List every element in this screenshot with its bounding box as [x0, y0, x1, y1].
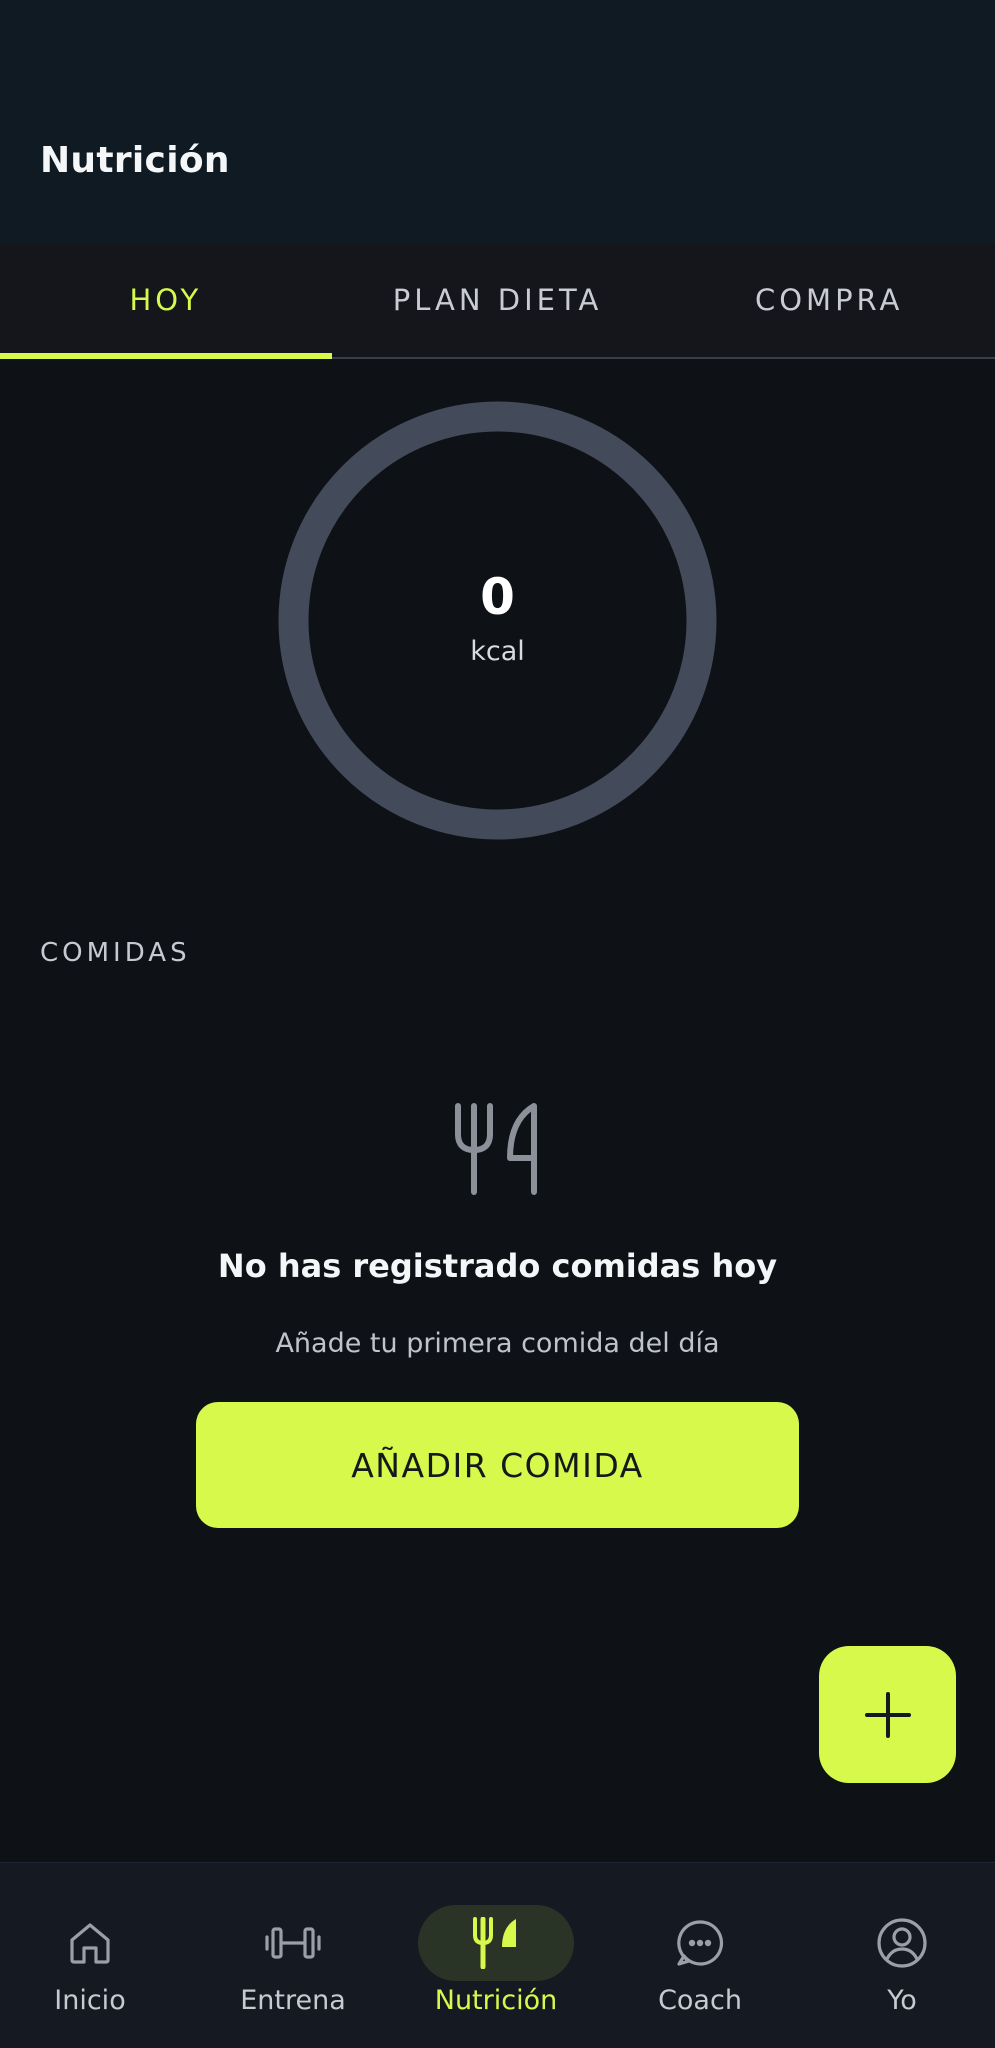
nav-label-entrena: Entrena — [240, 1985, 346, 2016]
utensils-icon — [418, 1905, 574, 1981]
tab-plan-dieta[interactable]: PLAN DIETA — [332, 243, 664, 357]
dumbbell-icon — [215, 1905, 371, 1981]
calorie-value: 0 — [480, 568, 515, 626]
bottom-navigation: Inicio Entrena Nutrición Coach Yo — [0, 1862, 995, 2048]
empty-state-title: No has registrado comidas hoy — [217, 1247, 778, 1285]
nav-item-entrena[interactable]: Entrena — [213, 1863, 373, 2048]
calorie-unit: kcal — [470, 636, 525, 667]
calorie-ring: 0 kcal — [275, 398, 720, 843]
utensils-icon — [452, 1100, 542, 1196]
add-meal-button[interactable]: AÑADIR COMIDA — [196, 1402, 799, 1528]
nav-label-coach: Coach — [658, 1985, 742, 2016]
nav-label-nutricion: Nutrición — [434, 1985, 558, 2016]
nav-item-nutricion[interactable]: Nutrición — [416, 1863, 576, 2048]
empty-state-subtitle: Añade tu primera comida del día — [275, 1328, 720, 1359]
nav-item-inicio[interactable]: Inicio — [10, 1863, 170, 2048]
nav-label-yo: Yo — [887, 1985, 917, 2016]
add-fab-button[interactable] — [819, 1646, 956, 1783]
user-icon — [824, 1905, 980, 1981]
tab-compra[interactable]: COMPRA — [663, 243, 995, 357]
tab-bar: HOY PLAN DIETA COMPRA — [0, 243, 995, 359]
nav-label-inicio: Inicio — [54, 1985, 126, 2016]
nutrition-screen: Nutrición HOY PLAN DIETA COMPRA 0 kcal C… — [0, 0, 995, 2048]
nav-item-yo[interactable]: Yo — [822, 1863, 982, 2048]
meals-section-label: COMIDAS — [40, 938, 191, 968]
chat-icon — [622, 1905, 778, 1981]
page-title: Nutrición — [40, 140, 230, 181]
plus-icon — [864, 1691, 911, 1738]
tab-hoy[interactable]: HOY — [0, 243, 332, 359]
nav-item-coach[interactable]: Coach — [620, 1863, 780, 2048]
home-icon — [12, 1905, 168, 1981]
app-header: Nutrición — [0, 0, 995, 243]
